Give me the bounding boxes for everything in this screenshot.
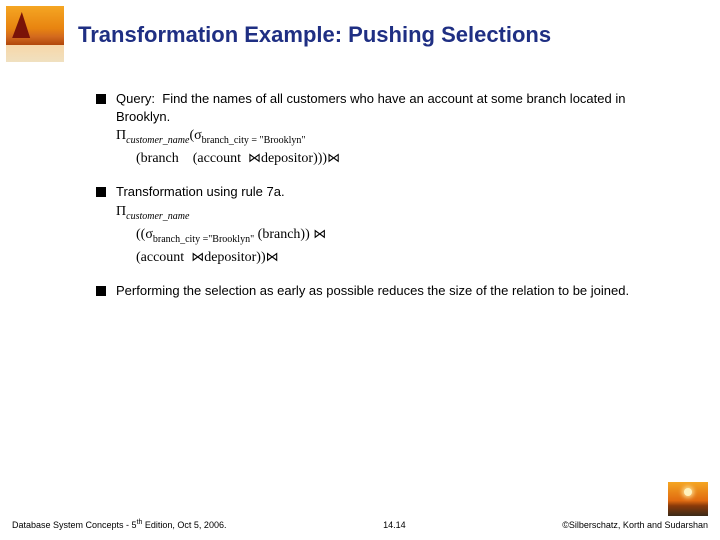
expression-transformed: Πcustomer_name — [116, 203, 680, 223]
expression-transformed-line2: ((σbranch_city ="Brooklyn" (branch)) ⋈ — [136, 225, 680, 246]
footer-copyright: ©Silberschatz, Korth and Sudarshan — [562, 520, 708, 530]
slide-footer: Database System Concepts - 5th Edition, … — [12, 519, 708, 530]
conclusion-text: Performing the selection as early as pos… — [116, 282, 680, 300]
join-icon: ⋈ — [191, 249, 204, 264]
slide-body: Query: Find the names of all customers w… — [96, 90, 680, 314]
footer-sunset-image — [668, 482, 708, 516]
slide-title: Transformation Example: Pushing Selectio… — [78, 22, 700, 48]
expression-original: Πcustomer_name(σbranch_city = "Brooklyn" — [116, 127, 680, 147]
bullet-icon — [96, 94, 106, 104]
footer-page-number: 14.14 — [383, 520, 406, 530]
expression-transformed-line3: (account ⋈depositor))⋈ — [136, 248, 680, 268]
header-sailboat-image — [6, 6, 64, 62]
join-icon: ⋈ — [327, 150, 340, 165]
footer-left: Database System Concepts - 5th Edition, … — [12, 519, 226, 530]
join-icon: ⋈ — [313, 226, 326, 241]
bullet-icon — [96, 286, 106, 296]
transformation-text: Transformation using rule 7a. — [116, 183, 680, 201]
bullet-icon — [96, 187, 106, 197]
query-text: Query: Find the names of all customers w… — [116, 90, 680, 125]
join-icon: ⋈ — [266, 249, 279, 264]
join-icon: ⋈ — [248, 150, 261, 165]
query-label: Query: — [116, 91, 155, 106]
expression-original-line2: (branch (account ⋈depositor)))⋈ — [136, 149, 680, 169]
